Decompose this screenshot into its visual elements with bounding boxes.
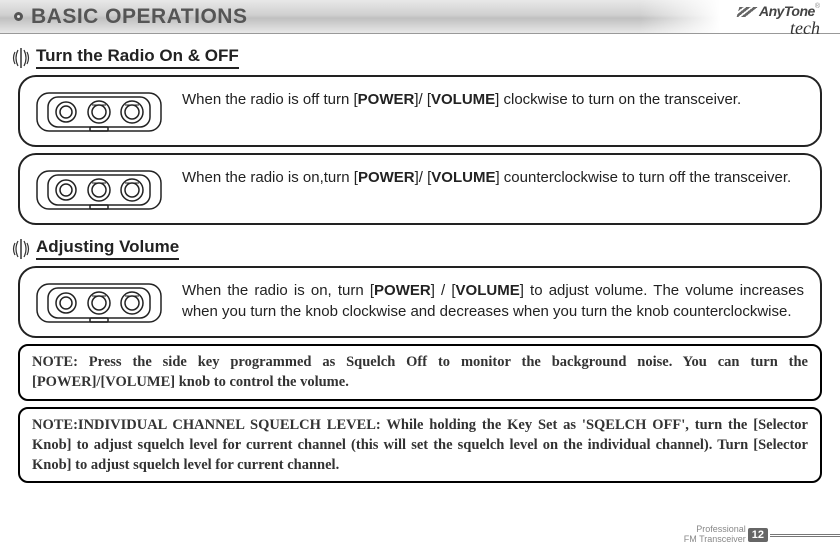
footer-label: Professional FM Transceiver bbox=[684, 525, 746, 545]
text-span: ]/ [ bbox=[414, 91, 431, 108]
section-title-volume: Adjusting Volume bbox=[36, 237, 179, 260]
text-span: When the radio is off turn [ bbox=[182, 91, 358, 108]
page-footer: Professional FM Transceiver 12 bbox=[684, 525, 840, 545]
text-span: ] clockwise to turn on the transceiver. bbox=[495, 91, 741, 108]
note-individual-squelch: NOTE:INDIVIDUAL CHANNEL SQUELCH LEVEL: W… bbox=[18, 407, 822, 484]
note-squelch-off: NOTE: Press the side key programmed as S… bbox=[18, 344, 822, 401]
brand-sub-text: tech bbox=[790, 23, 820, 34]
wave-icon bbox=[12, 48, 30, 68]
text-key: VOLUME bbox=[431, 169, 495, 186]
card-text: When the radio is off turn [POWER]/ [VOL… bbox=[182, 87, 804, 110]
text-span: When the radio is on,turn [ bbox=[182, 169, 358, 186]
radio-illustration-icon bbox=[34, 165, 164, 213]
text-key: POWER bbox=[358, 169, 415, 186]
text-span: When the radio is on, turn [ bbox=[182, 282, 374, 299]
wave-icon bbox=[12, 239, 30, 259]
section-title-power: Turn the Radio On & OFF bbox=[36, 46, 239, 69]
text-span: ] / [ bbox=[431, 282, 456, 299]
header-title: BASIC OPERATIONS bbox=[31, 5, 247, 29]
card-text: When the radio is on,turn [POWER]/ [VOLU… bbox=[182, 165, 804, 188]
footer-bar-icon bbox=[770, 534, 840, 537]
radio-illustration-icon bbox=[34, 87, 164, 135]
text-key: VOLUME bbox=[431, 91, 495, 108]
section-heading-volume: Adjusting Volume bbox=[12, 237, 840, 260]
card-text: When the radio is on, turn [POWER] / [VO… bbox=[182, 278, 804, 322]
text-span: ]/ [ bbox=[415, 169, 432, 186]
text-span: ] counterclockwise to turn off the trans… bbox=[495, 169, 791, 186]
page-number-badge: 12 bbox=[748, 528, 768, 542]
text-key: POWER bbox=[358, 91, 415, 108]
footer-line: FM Transceiver bbox=[684, 535, 746, 545]
text-key: POWER bbox=[374, 282, 431, 299]
brand-logo: AnyTone® tech bbox=[738, 3, 820, 39]
manual-page: BASIC OPERATIONS AnyTone® tech Turn the … bbox=[0, 0, 840, 549]
card-power-off: When the radio is on,turn [POWER]/ [VOLU… bbox=[18, 153, 822, 225]
header-bullet-icon bbox=[14, 12, 23, 21]
text-key: VOLUME bbox=[456, 282, 520, 299]
header-strip: BASIC OPERATIONS AnyTone® tech bbox=[0, 0, 840, 34]
radio-illustration-icon bbox=[34, 278, 164, 326]
section-heading-power: Turn the Radio On & OFF bbox=[12, 46, 840, 69]
card-power-on: When the radio is off turn [POWER]/ [VOL… bbox=[18, 75, 822, 147]
card-volume: When the radio is on, turn [POWER] / [VO… bbox=[18, 266, 822, 338]
brand-main-text: AnyTone bbox=[738, 3, 815, 19]
registered-icon: ® bbox=[815, 3, 820, 10]
